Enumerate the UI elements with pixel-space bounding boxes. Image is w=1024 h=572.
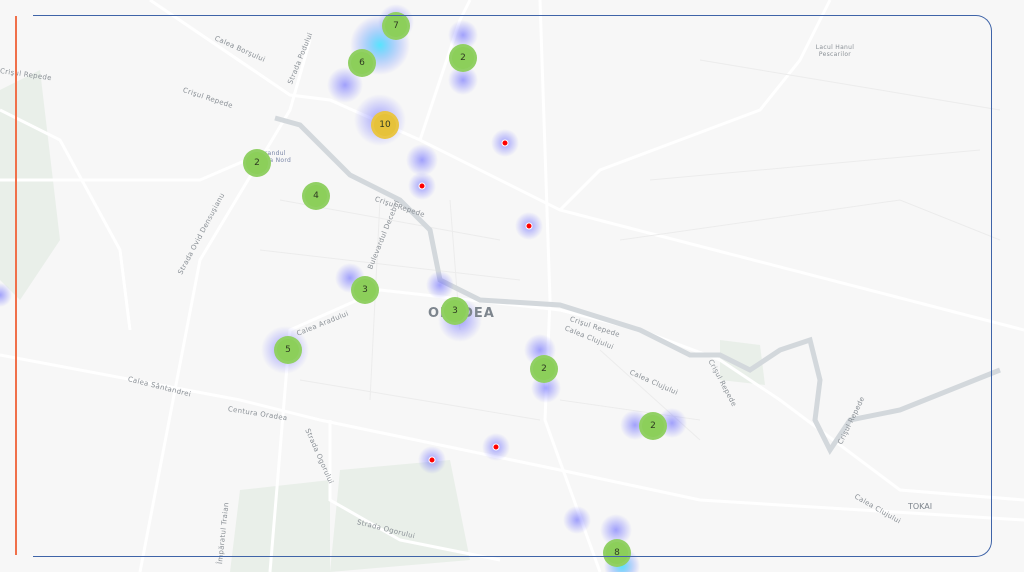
- selection-frame: [33, 15, 992, 557]
- frame-left-edge: [15, 16, 17, 555]
